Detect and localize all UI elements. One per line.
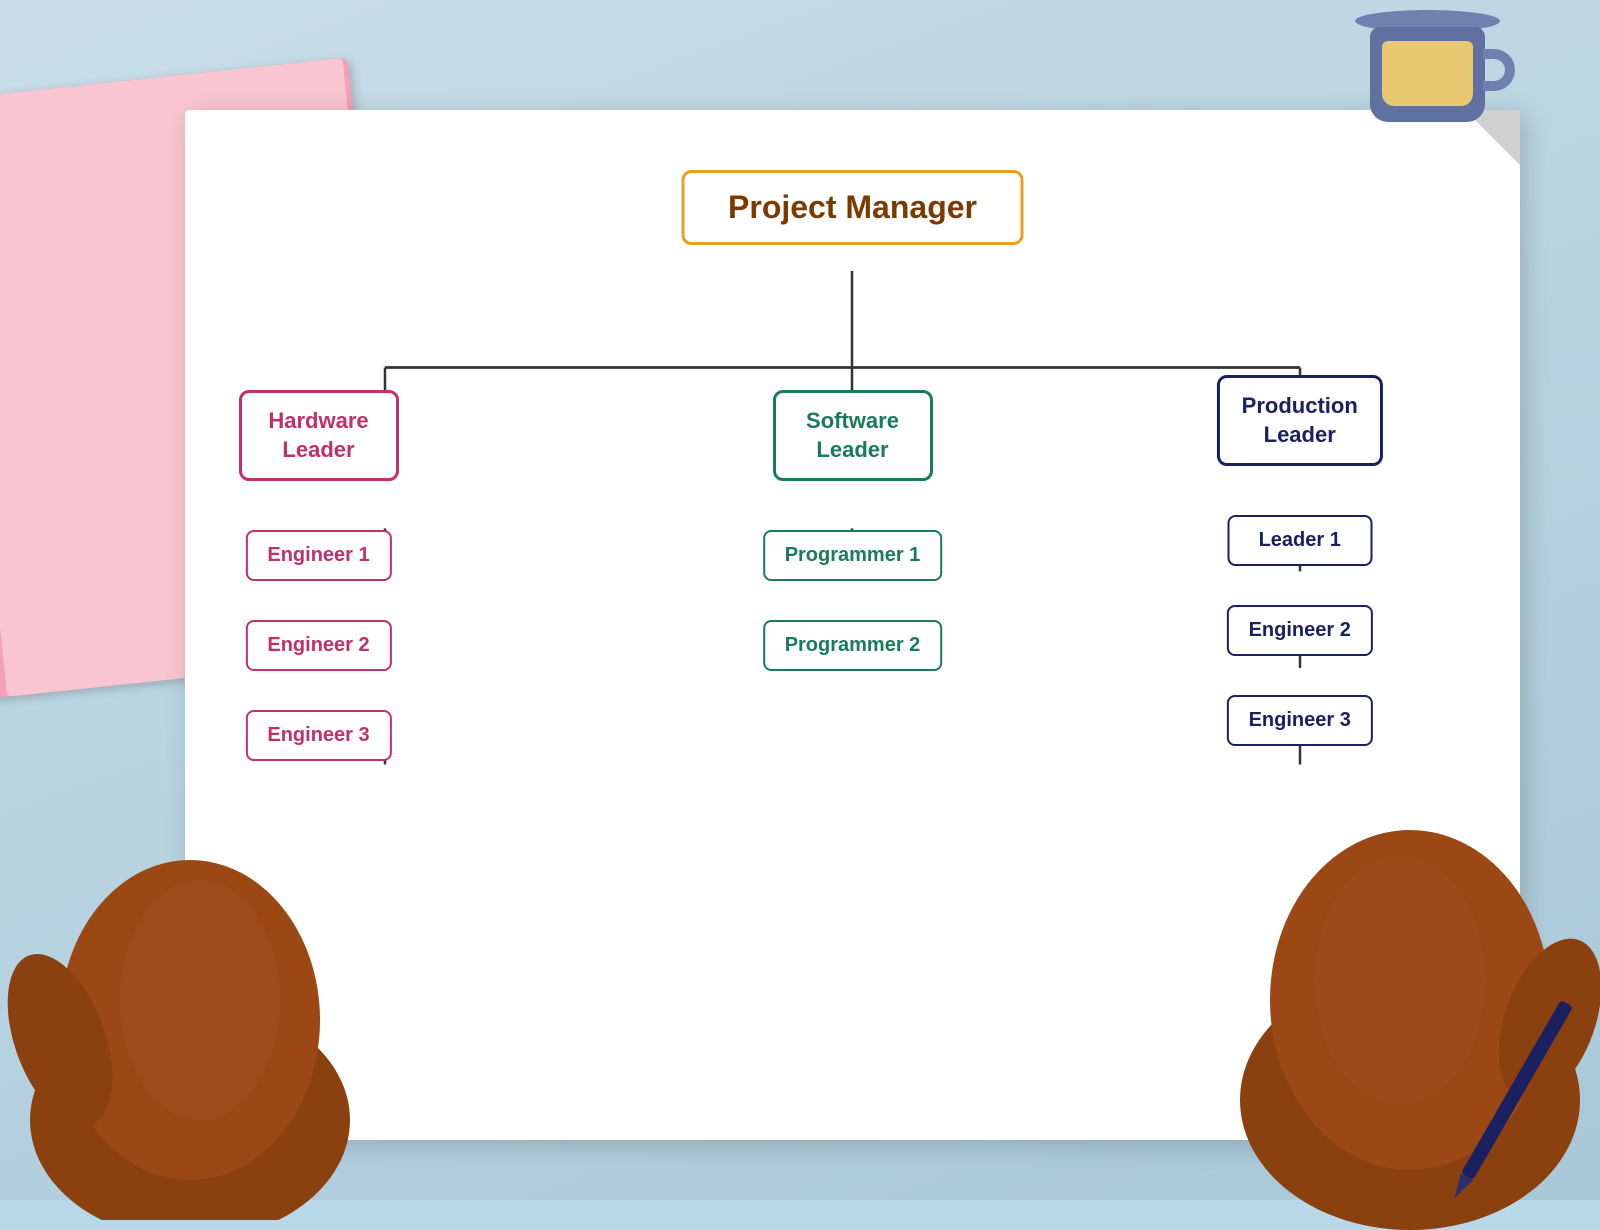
software-leader-label: SoftwareLeader [806,408,899,462]
page: { "background": { "color": "#b8d8e8" }, … [0,0,1600,1200]
sw-programmer1-label: Programmer 1 [785,544,921,566]
node-hw-engineer2: Engineer 2 [245,620,391,671]
cup-body [1370,27,1485,122]
node-sw-programmer2: Programmer 2 [763,620,943,671]
right-hand [1210,670,1600,1230]
hw-engineer2-label: Engineer 2 [267,634,369,656]
node-sw-programmer1: Programmer 1 [763,530,943,581]
production-leader-label: ProductionLeader [1242,393,1358,447]
node-hardware-leader: HardwareLeader [239,390,399,481]
project-manager-label: Project Manager [728,189,977,225]
left-hand [0,720,380,1220]
node-software-leader: SoftwareLeader [773,390,933,481]
node-project-manager: Project Manager [681,170,1024,245]
cup-liquid [1382,41,1473,106]
sw-programmer2-label: Programmer 2 [785,634,921,656]
prod-leader1-label: Leader 1 [1259,529,1341,551]
coffee-cup [1370,10,1500,122]
node-prod-engineer2: Engineer 2 [1227,605,1373,656]
hardware-leader-label: HardwareLeader [268,408,368,462]
node-production-leader: ProductionLeader [1217,375,1383,466]
prod-engineer2-label: Engineer 2 [1249,619,1351,641]
node-prod-leader1: Leader 1 [1227,515,1372,566]
node-hw-engineer1: Engineer 1 [245,530,391,581]
hw-engineer1-label: Engineer 1 [267,544,369,566]
